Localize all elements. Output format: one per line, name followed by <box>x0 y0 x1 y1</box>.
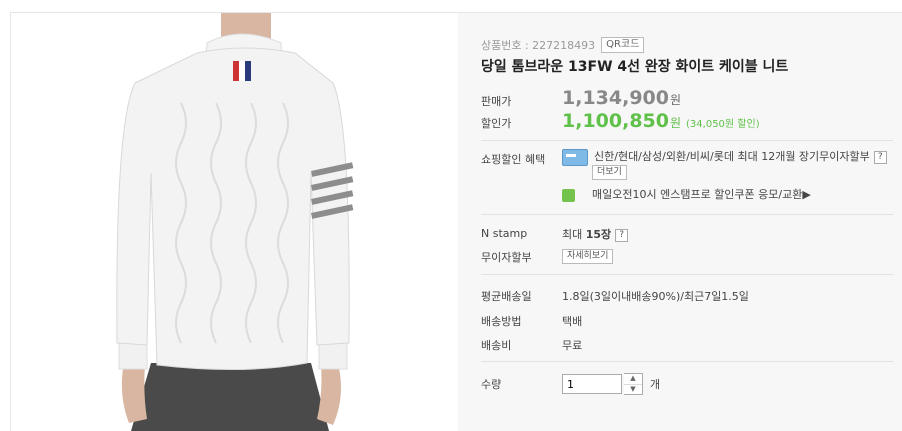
quantity-input[interactable] <box>562 374 622 394</box>
list-price-won: 원 <box>669 93 682 107</box>
sale-price-value: 1,100,850 <box>562 110 669 132</box>
avg-delivery-value: 1.8일(3일이내배송90%)/최근7일1.5일 <box>562 290 749 303</box>
avg-delivery-label: 평균배송일 <box>481 290 532 303</box>
quantity-stepper: ▲ ▼ 개 <box>562 373 660 395</box>
credit-card-icon <box>562 148 588 166</box>
delivery-fee-value: 무료 <box>562 339 583 352</box>
list-price: 1,134,900원 <box>562 87 681 109</box>
card-benefit-row: 신한/현대/삼성/외환/비씨/롯데 최대 12개월 장기무이자할부? <box>562 148 887 166</box>
nstamp-prefix: 최대 <box>562 228 583 241</box>
coupon-row[interactable]: 매일오전10시 엔스탬프로 할인쿠폰 응모/교환▶ <box>562 186 811 202</box>
coupon-icon <box>562 188 575 202</box>
discount-note: (34,050원 할인) <box>686 119 760 130</box>
benefit-label: 쇼핑할인 혜택 <box>481 153 546 166</box>
quantity-down-icon[interactable]: ▼ <box>624 385 642 395</box>
qr-code-button[interactable]: QR코드 <box>601 37 645 53</box>
product-photo <box>11 13 458 431</box>
delivery-method-value: 택배 <box>562 315 583 328</box>
product-image-panel <box>10 12 459 431</box>
nstamp-row: 최대 15장? <box>562 226 629 242</box>
product-number: 상품번호 : 227218493 <box>481 39 596 52</box>
divider <box>481 274 893 275</box>
delivery-method-label: 배송방법 <box>481 315 522 328</box>
more-row: 더보기 <box>592 164 627 180</box>
installment-detail-button[interactable]: 자세히보기 <box>562 249 614 264</box>
list-price-label: 판매가 <box>481 95 512 108</box>
quantity-unit: 개 <box>650 378 661 391</box>
sale-price-won: 원 <box>669 116 682 130</box>
coupon-text[interactable]: 매일오전10시 엔스탬프로 할인쿠폰 응모/교환▶ <box>592 188 811 201</box>
help-icon[interactable]: ? <box>615 228 629 242</box>
quantity-stepper-buttons: ▲ ▼ <box>624 373 643 395</box>
nstamp-label: N stamp <box>481 227 528 240</box>
sale-price: 1,100,850원 (34,050원 할인) <box>562 110 760 132</box>
installment-label: 무이자할부 <box>481 251 532 264</box>
product-number-row: 상품번호 : 227218493 QR코드 <box>481 37 645 53</box>
product-title: 당일 톰브라운 13FW 4선 완장 화이트 케이블 니트 <box>481 59 789 75</box>
nstamp-value: 15장 <box>585 228 612 241</box>
quantity-up-icon[interactable]: ▲ <box>624 374 642 385</box>
sale-price-label: 할인가 <box>481 117 512 130</box>
divider <box>481 361 893 362</box>
delivery-fee-label: 배송비 <box>481 339 512 352</box>
quantity-label: 수량 <box>481 378 502 391</box>
installment-row: 자세히보기 <box>562 248 614 264</box>
list-price-value: 1,134,900 <box>562 87 669 109</box>
help-icon[interactable]: ? <box>873 150 887 164</box>
divider <box>481 214 893 215</box>
more-button[interactable]: 더보기 <box>592 165 627 180</box>
divider <box>481 140 893 141</box>
card-benefit-text: 신한/현대/삼성/외환/비씨/롯데 최대 12개월 장기무이자할부 <box>594 150 870 163</box>
